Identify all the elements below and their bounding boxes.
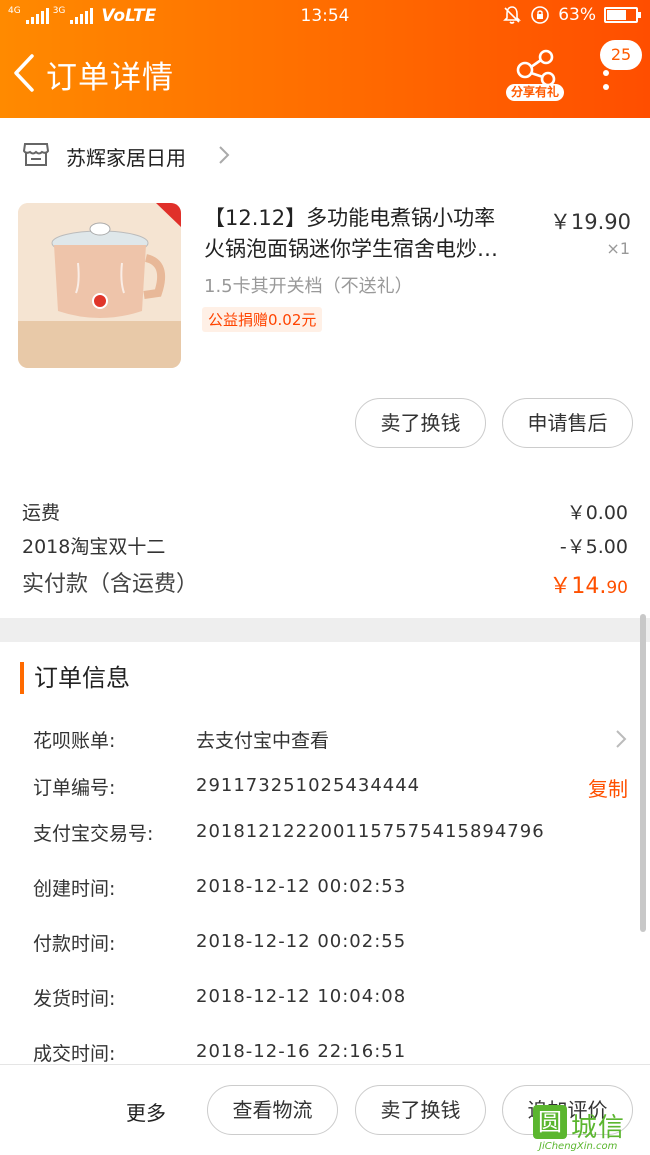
product-title[interactable]: 【12.12】多功能电煮锅小功率 火锅泡面锅迷你学生宿舍电炒… <box>204 203 534 265</box>
product-title-line-2: 火锅泡面锅迷你学生宿舍电炒… <box>204 237 498 261</box>
discount-row: 2018淘宝双十二 -￥5.00 <box>22 532 628 559</box>
chevron-right-icon <box>616 730 627 748</box>
share-icon <box>516 49 556 87</box>
order-number-value: 291173251025434444 <box>196 775 421 796</box>
done-value: 2018-12-16 22:16:51 <box>196 1041 407 1062</box>
bell-off-icon <box>503 6 522 24</box>
shop-name: 苏辉家居日用 <box>66 146 186 170</box>
product-sku: 1.5卡其开关档（不送礼） <box>204 276 413 297</box>
charity-tag: 公益捐赠0.02元 <box>202 307 323 332</box>
discount-value: -￥5.00 <box>559 536 628 558</box>
battery-percent: 63% <box>558 5 596 25</box>
view-logistics-button[interactable]: 查看物流 <box>207 1085 338 1135</box>
total-main: ￥14. <box>549 574 607 599</box>
paid-value: 2018-12-12 00:02:55 <box>196 931 407 952</box>
created-value: 2018-12-12 00:02:53 <box>196 876 407 897</box>
shop-row[interactable]: 苏辉家居日用 <box>0 130 650 180</box>
order-number-label: 订单编号: <box>33 777 116 799</box>
alipay-label: 支付宝交易号: <box>33 823 154 845</box>
dot-icon <box>603 70 609 76</box>
section-divider <box>0 618 650 642</box>
product-title-line-1: 【12.12】多功能电煮锅小功率 <box>204 206 496 230</box>
order-info-title: 订单信息 <box>20 662 130 694</box>
status-bar: 4G 3G VoLTE 13:54 63% <box>0 0 650 34</box>
share-label: 分享有礼 <box>506 84 564 101</box>
header: 4G 3G VoLTE 13:54 63% 订单详情 分享有礼 25 <box>0 0 650 118</box>
watermark-url: JiChengXin.com <box>539 1141 618 1152</box>
total-value: ￥14.90 <box>549 568 628 600</box>
total-label: 实付款（含运费） <box>22 572 199 597</box>
shipping-row: 运费 ￥0.00 <box>22 498 628 525</box>
discount-label: 2018淘宝双十二 <box>22 536 166 558</box>
shipped-value: 2018-12-12 10:04:08 <box>196 986 407 1007</box>
store-icon <box>22 143 50 166</box>
more-menu-button[interactable] <box>594 66 618 96</box>
watermark-icon: 圆 <box>533 1105 567 1139</box>
status-right: 63% <box>502 5 641 25</box>
created-label: 创建时间: <box>33 878 116 900</box>
share-button[interactable]: 分享有礼 <box>506 48 564 104</box>
watermark-text: 城信 <box>571 1113 626 1143</box>
shipping-label: 运费 <box>22 502 61 524</box>
total-row: 实付款（含运费） ￥14.90 <box>22 566 628 600</box>
huabei-label: 花呗账单: <box>33 730 116 752</box>
product-quantity: ×1 <box>606 239 630 258</box>
rotation-lock-icon <box>531 6 550 24</box>
copy-button[interactable]: 复制 <box>588 773 628 802</box>
huabei-value: 去支付宝中查看 <box>196 730 330 752</box>
after-sale-button[interactable]: 申请售后 <box>502 398 633 448</box>
product-image[interactable] <box>18 203 181 368</box>
watermark-logo: 圆 城信 JiChengXin.com <box>533 1105 648 1153</box>
order-detail-page: 4G 3G VoLTE 13:54 63% 订单详情 分享有礼 25 苏辉家居日… <box>0 0 650 1155</box>
sell-button-bottom[interactable]: 卖了换钱 <box>355 1085 486 1135</box>
total-cents: 90 <box>606 578 628 598</box>
scrollbar[interactable] <box>640 614 646 932</box>
alipay-value: 2018121222001157575415894796 <box>196 821 545 842</box>
chevron-right-icon <box>219 146 230 164</box>
dot-icon <box>603 84 609 90</box>
sell-button[interactable]: 卖了换钱 <box>355 398 486 448</box>
more-actions-button[interactable]: 更多 <box>126 1097 166 1126</box>
battery-icon <box>604 7 641 23</box>
product-price: ￥19.90 <box>549 210 631 234</box>
shipping-value: ￥0.00 <box>566 502 628 524</box>
page-title: 订单详情 <box>46 60 174 96</box>
shipped-label: 发货时间: <box>33 988 116 1010</box>
back-arrow-icon[interactable] <box>8 50 42 96</box>
done-label: 成交时间: <box>33 1043 116 1065</box>
electric-pot-image <box>18 203 181 368</box>
paid-label: 付款时间: <box>33 933 116 955</box>
